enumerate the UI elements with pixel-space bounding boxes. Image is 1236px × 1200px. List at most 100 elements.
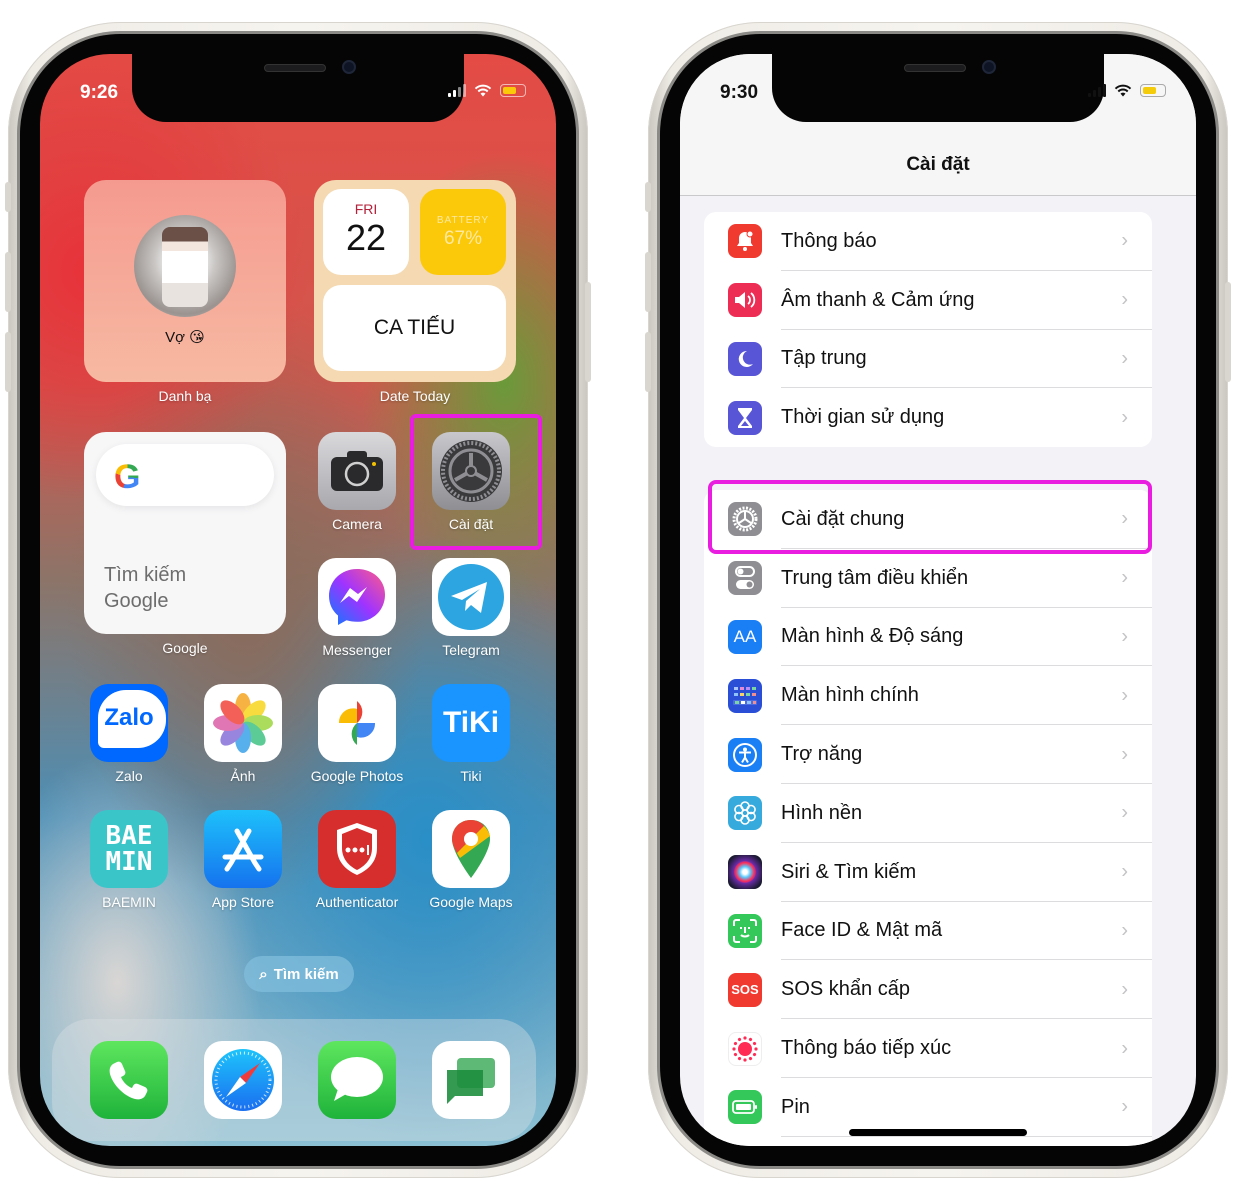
app-messenger[interactable]: Messenger — [318, 558, 396, 658]
settings-row-sounds[interactable]: Âm thanh & Cảm ứng › — [704, 271, 1152, 330]
messenger-icon — [318, 558, 396, 636]
settings-row-control-center[interactable]: Trung tâm điều khiển › — [704, 549, 1152, 608]
settings-row-accessibility[interactable]: Trợ năng › — [704, 725, 1152, 784]
settings-row-display[interactable]: AA Màn hình & Độ sáng › — [704, 608, 1152, 667]
app-authenticator[interactable]: Authenticator — [316, 810, 398, 910]
camera-icon — [318, 432, 396, 510]
status-time: 9:30 — [720, 82, 759, 103]
safari-icon — [204, 1041, 282, 1119]
row-label: Trợ năng — [781, 743, 863, 766]
google-text-line2: Google — [104, 590, 169, 612]
battery-value: 67% — [443, 228, 483, 249]
chevron-right-icon: › — [1121, 347, 1128, 370]
cellular-signal-icon — [448, 84, 466, 97]
home-search-button[interactable]: ⌕ Tìm kiếm — [244, 956, 354, 992]
phone-icon — [90, 1041, 168, 1119]
dock-google-chat[interactable] — [432, 1041, 510, 1119]
text-size-icon: AA — [728, 619, 762, 654]
volume-up-button — [5, 252, 11, 312]
app-tiki[interactable]: TiKi Tiki — [432, 684, 510, 784]
date-today-widget[interactable]: FRI 22 BATTERY 67% CA TIẾU — [314, 180, 516, 382]
row-label: Thông báo tiếp xúc — [781, 1037, 952, 1060]
sos-icon: SOS — [728, 972, 762, 1007]
status-icons — [448, 84, 526, 97]
contact-avatar — [134, 215, 236, 317]
settings-row-battery[interactable]: Pin › — [704, 1078, 1152, 1137]
chevron-right-icon: › — [1121, 625, 1128, 648]
general-settings-highlight-box — [708, 480, 1152, 554]
google-search-widget[interactable]: G Tìm kiếm Google — [84, 432, 286, 634]
row-label: Hình nền — [781, 801, 863, 824]
side-button — [585, 282, 591, 382]
app-label: BAEMIN — [102, 894, 156, 910]
authenticator-icon — [318, 810, 396, 888]
chevron-right-icon: › — [1121, 288, 1128, 311]
settings-group-1: Thông báo › Âm thanh & Cảm ứng › Tập tru… — [704, 212, 1152, 448]
google-text-line1: Tìm kiếm — [104, 564, 187, 586]
settings-row-focus[interactable]: Tập trung › — [704, 330, 1152, 389]
battery-icon — [500, 84, 526, 97]
dock-phone[interactable] — [90, 1041, 168, 1119]
app-baemin[interactable]: BAE MIN BAEMIN — [90, 810, 168, 910]
notch — [772, 54, 1104, 122]
status-time: 9:26 — [80, 82, 119, 103]
home-screen: 9:26 Vợ 😘 Danh bạ FRI 22 BATTERY 67% CA … — [40, 54, 556, 1146]
app-google-maps[interactable]: Google Maps — [429, 810, 513, 910]
dock-messages[interactable] — [318, 1041, 396, 1119]
app-google-photos[interactable]: Google Photos — [311, 684, 403, 784]
settings-row-privacy[interactable]: Quyền riêng tư & Bảo mật › — [704, 1137, 1152, 1146]
settings-group-2: Cài đặt chung › Trung tâm điều khiển › A… — [704, 490, 1152, 1146]
chevron-right-icon: › — [1121, 919, 1128, 942]
app-telegram[interactable]: Telegram — [432, 558, 510, 658]
google-chat-icon — [432, 1041, 510, 1119]
chevron-right-icon: › — [1121, 566, 1128, 589]
home-indicator[interactable] — [849, 1129, 1027, 1136]
home-grid-icon — [728, 678, 762, 713]
siri-icon — [728, 855, 762, 890]
face-id-icon — [728, 913, 762, 948]
contact-name: Vợ 😘 — [165, 329, 205, 346]
dock-safari[interactable] — [204, 1041, 282, 1119]
right-phone-settings-screen: 9:30 Cài đặt Thông báo › Âm thanh & Cảm … — [645, 22, 1231, 1178]
settings-row-screen-time[interactable]: Thời gian sử dụng › — [704, 388, 1152, 447]
app-photos[interactable]: Ảnh — [204, 684, 282, 784]
chevron-right-icon: › — [1121, 684, 1128, 707]
dock — [52, 1019, 536, 1141]
settings-row-siri[interactable]: Siri & Tìm kiếm › — [704, 843, 1152, 902]
app-camera[interactable]: Camera — [318, 432, 396, 532]
row-label: Âm thanh & Cảm ứng — [781, 288, 975, 311]
settings-row-notifications[interactable]: Thông báo › — [704, 212, 1152, 271]
volume-down-button — [645, 332, 651, 392]
app-label: Telegram — [442, 642, 500, 658]
app-app-store[interactable]: App Store — [204, 810, 282, 910]
wifi-icon — [1114, 84, 1132, 97]
settings-row-home-screen[interactable]: Màn hình chính › — [704, 666, 1152, 725]
chevron-right-icon: › — [1121, 743, 1128, 766]
row-label: Face ID & Mật mã — [781, 919, 943, 942]
contact-widget[interactable]: Vợ 😘 — [84, 180, 286, 382]
messages-icon — [318, 1041, 396, 1119]
app-label: Camera — [332, 516, 382, 532]
status-icons — [1088, 84, 1166, 97]
chevron-right-icon: › — [1121, 1095, 1128, 1118]
chevron-right-icon: › — [1121, 978, 1128, 1001]
chevron-right-icon: › — [1121, 406, 1128, 429]
row-label: Pin — [781, 1095, 810, 1118]
chevron-right-icon: › — [1121, 1037, 1128, 1060]
app-zalo[interactable]: Zalo Zalo — [90, 684, 168, 784]
google-widget-text: Tìm kiếm Google — [104, 562, 186, 614]
row-label: Màn hình & Độ sáng — [781, 625, 964, 648]
row-label: Siri & Tìm kiếm — [781, 860, 917, 883]
left-phone-home-screen: 9:26 Vợ 😘 Danh bạ FRI 22 BATTERY 67% CA … — [5, 22, 591, 1178]
settings-row-emergency-sos[interactable]: SOS SOS khẩn cấp › — [704, 960, 1152, 1019]
google-search-bar[interactable]: G — [96, 444, 274, 506]
battery-box: BATTERY 67% — [420, 189, 506, 275]
settings-row-exposure-notifications[interactable]: Thông báo tiếp xúc › — [704, 1019, 1152, 1078]
weekday: FRI — [354, 201, 378, 217]
settings-row-wallpaper[interactable]: Hình nền › — [704, 784, 1152, 843]
battery-label: BATTERY — [436, 215, 490, 226]
app-store-icon — [204, 810, 282, 888]
settings-row-face-id[interactable]: Face ID & Mật mã › — [704, 902, 1152, 961]
app-label: Authenticator — [315, 894, 399, 910]
row-label: Tập trung — [781, 347, 867, 370]
